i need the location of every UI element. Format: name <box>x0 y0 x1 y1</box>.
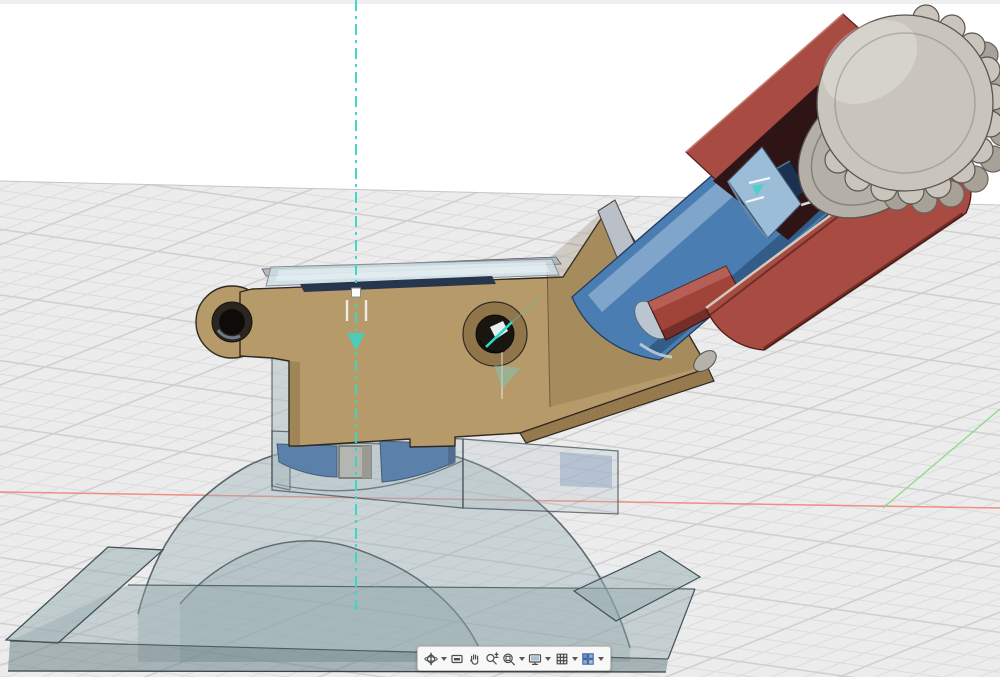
zoom-icon <box>486 651 499 665</box>
box-right-face <box>462 438 619 515</box>
display-settings-dropdown-caret[interactable] <box>544 656 552 662</box>
cad-viewport[interactable] <box>0 0 1000 677</box>
zoom-button[interactable] <box>484 651 500 667</box>
view-navigation-bar <box>417 646 611 671</box>
bracket-side-shade <box>289 361 300 446</box>
grid-snaps-dropdown-caret[interactable] <box>571 656 579 662</box>
caret-down-icon <box>571 656 578 661</box>
joint-origin-marker[interactable] <box>351 287 361 298</box>
nav-item-zoom <box>484 651 500 667</box>
boss-hole <box>211 301 253 343</box>
nav-item-fit <box>501 651 526 667</box>
look-at-button[interactable] <box>449 651 465 667</box>
nav-item-look-at <box>449 651 465 667</box>
fit-button[interactable] <box>501 651 517 667</box>
orbit-icon <box>424 652 438 665</box>
pan-icon <box>469 653 478 665</box>
viewports-icon <box>582 652 594 665</box>
display-settings-icon <box>529 653 542 665</box>
nav-item-grid-snaps <box>554 651 579 667</box>
nav-item-orbit <box>423 651 448 667</box>
pan-button[interactable] <box>467 651 483 667</box>
fit-icon <box>503 653 516 665</box>
caret-down-icon <box>519 656 526 661</box>
caret-down-icon <box>441 656 447 661</box>
fit-dropdown-caret[interactable] <box>518 656 526 662</box>
nav-item-pan <box>467 651 483 667</box>
grid-snaps-button[interactable] <box>554 651 570 667</box>
top-edge-strip <box>0 0 1000 4</box>
grid-snaps-icon <box>556 653 568 664</box>
nav-item-display-settings <box>527 651 552 667</box>
viewports-button[interactable] <box>580 651 596 667</box>
viewports-dropdown-caret[interactable] <box>597 656 605 662</box>
orbit-button[interactable] <box>423 651 439 667</box>
orbit-dropdown-caret[interactable] <box>440 656 448 662</box>
nav-item-viewports <box>580 651 605 667</box>
viewport-canvas[interactable] <box>0 0 1000 677</box>
caret-down-icon <box>597 656 604 661</box>
display-settings-button[interactable] <box>527 651 543 667</box>
look-at-icon <box>451 654 463 663</box>
caret-down-icon <box>545 656 552 661</box>
